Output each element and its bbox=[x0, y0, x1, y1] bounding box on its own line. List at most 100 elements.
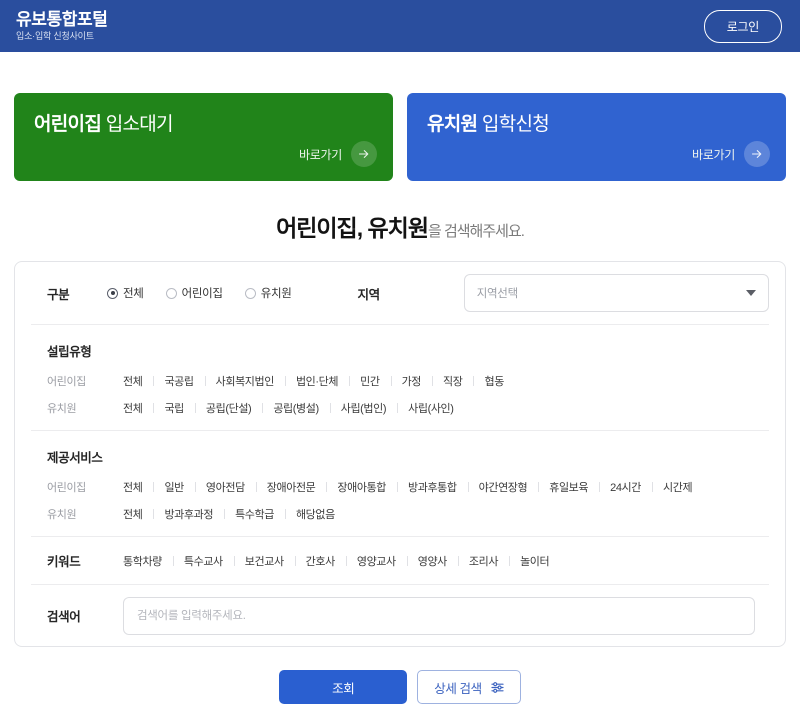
filter-option[interactable]: 휴일보육 bbox=[538, 479, 599, 495]
filter-option[interactable]: 놀이터 bbox=[509, 553, 560, 569]
services-row-daycare: 어린이집 전체 일반 영아전담 장애아전문 장애아통합 방과후통합 야간연장형 … bbox=[31, 479, 769, 495]
group-title: 설립유형 bbox=[47, 345, 92, 359]
brand[interactable]: 유보통합포털 입소·입학 신청사이트 bbox=[16, 10, 108, 41]
detail-search-label: 상세 검색 bbox=[434, 681, 482, 696]
card-footer: 바로가기 bbox=[299, 141, 377, 167]
filter-option[interactable]: 24시간 bbox=[599, 479, 652, 495]
option-list: 전체 방과후과정 특수학급 해당없음 bbox=[123, 506, 346, 522]
radio-option-daycare[interactable]: 어린이집 bbox=[165, 285, 223, 301]
filter-option[interactable]: 직장 bbox=[432, 373, 473, 389]
card-title-light: 입학신청 bbox=[477, 114, 550, 135]
group-establishment-type: 설립유형 어린이집 전체 국공립 사회복지법인 법인·단체 민간 가정 직장 협… bbox=[31, 324, 769, 430]
filter-option[interactable]: 일반 bbox=[153, 479, 194, 495]
radio-option-kindergarten[interactable]: 유치원 bbox=[244, 285, 292, 301]
radio-dot-icon bbox=[107, 287, 118, 299]
filter-option[interactable]: 사립(법인) bbox=[330, 400, 397, 416]
radio-label: 전체 bbox=[123, 288, 144, 300]
filter-option[interactable]: 시간제 bbox=[652, 479, 703, 495]
radio-label: 어린이집 bbox=[181, 288, 223, 300]
card-footer: 바로가기 bbox=[692, 141, 770, 167]
card-daycare-waitlist[interactable]: 어린이집 입소대기 바로가기 bbox=[14, 93, 393, 181]
row-label: 어린이집 bbox=[47, 482, 86, 494]
row-label: 유치원 bbox=[47, 509, 77, 521]
row-label: 유치원 bbox=[47, 403, 77, 415]
region-select[interactable]: 지역선택 bbox=[463, 274, 769, 312]
card-title-light: 입소대기 bbox=[101, 114, 174, 135]
radio-dot-icon bbox=[244, 287, 256, 299]
filter-option[interactable]: 사립(사인) bbox=[397, 400, 464, 416]
card-link-label: 바로가기 bbox=[692, 147, 735, 162]
filter-option[interactable]: 사회복지법인 bbox=[205, 373, 285, 389]
group-provided-services: 제공서비스 어린이집 전체 일반 영아전담 장애아전문 장애아통합 방과후통합 … bbox=[31, 430, 769, 536]
keyword-label: 키워드 bbox=[47, 555, 81, 569]
group-title: 제공서비스 bbox=[47, 451, 103, 465]
filter-option[interactable]: 영양사 bbox=[407, 553, 458, 569]
option-list: 전체 국립 공립(단설) 공립(병설) 사립(법인) 사립(사인) bbox=[123, 400, 465, 416]
brand-subtitle: 입소·입학 신청사이트 bbox=[16, 31, 94, 41]
radio-dot-icon bbox=[165, 287, 177, 299]
filter-option[interactable]: 협동 bbox=[473, 373, 514, 389]
page-title-strong: 어린이집, 유치원 bbox=[276, 215, 429, 241]
page-root: 유보통합포털 입소·입학 신청사이트 로그인 어린이집 입소대기 바로가기 유치… bbox=[0, 0, 800, 722]
site-header: 유보통합포털 입소·입학 신청사이트 로그인 bbox=[0, 0, 800, 52]
filter-option[interactable]: 공립(병설) bbox=[262, 400, 329, 416]
filter-option[interactable]: 해당없음 bbox=[285, 506, 346, 522]
filter-option[interactable]: 방과후과정 bbox=[153, 506, 224, 522]
card-link-label: 바로가기 bbox=[299, 147, 342, 162]
detail-search-button[interactable]: 상세 검색 bbox=[417, 670, 521, 704]
action-bar: 조회 상세 검색 bbox=[14, 647, 786, 722]
filter-option[interactable]: 민간 bbox=[349, 373, 390, 389]
filter-option[interactable]: 국공립 bbox=[153, 373, 204, 389]
filter-option[interactable]: 간호사 bbox=[295, 553, 346, 569]
filter-option[interactable]: 가정 bbox=[391, 373, 432, 389]
chevron-down-icon bbox=[746, 290, 756, 296]
filter-option[interactable]: 특수교사 bbox=[173, 553, 234, 569]
brand-title: 유보통합포털 bbox=[16, 10, 108, 29]
filter-option[interactable]: 전체 bbox=[123, 400, 153, 416]
region-label: 지역 bbox=[357, 287, 381, 302]
filter-option[interactable]: 전체 bbox=[123, 506, 153, 522]
card-title: 어린이집 입소대기 bbox=[34, 109, 377, 136]
filter-option[interactable]: 장애아통합 bbox=[326, 479, 397, 495]
category-radio-group: 전체 어린이집 유치원 bbox=[107, 285, 292, 301]
filter-option[interactable]: 특수학급 bbox=[224, 506, 285, 522]
row-keyword: 키워드 통학차량 특수교사 보건교사 간호사 영양교사 영양사 조리사 놀이터 bbox=[31, 536, 769, 584]
card-title-strong: 어린이집 bbox=[34, 114, 102, 135]
filter-option[interactable]: 영아전담 bbox=[195, 479, 256, 495]
radio-option-all[interactable]: 전체 bbox=[107, 285, 144, 301]
filter-option[interactable]: 야간연장형 bbox=[468, 479, 539, 495]
card-title: 유치원 입학신청 bbox=[427, 109, 770, 136]
search-button[interactable]: 조회 bbox=[279, 670, 408, 704]
arrow-right-icon[interactable] bbox=[744, 141, 770, 167]
row-category-region: 구분 전체 어린이집 유치원 지역 지역선택 bbox=[31, 262, 769, 324]
filter-icon bbox=[491, 681, 504, 694]
option-list: 전체 국공립 사회복지법인 법인·단체 민간 가정 직장 협동 bbox=[123, 373, 515, 389]
row-search-term: 검색어 bbox=[31, 584, 769, 646]
filter-option[interactable]: 법인·단체 bbox=[285, 373, 349, 389]
category-label: 구분 bbox=[47, 287, 70, 302]
page-title-weak: 을 검색해주세요. bbox=[427, 223, 525, 240]
search-term-label: 검색어 bbox=[47, 610, 81, 624]
option-list: 전체 일반 영아전담 장애아전문 장애아통합 방과후통합 야간연장형 휴일보육 … bbox=[123, 479, 703, 495]
filter-option[interactable]: 통학차량 bbox=[123, 553, 173, 569]
arrow-right-icon[interactable] bbox=[351, 141, 377, 167]
filter-option[interactable]: 공립(단설) bbox=[195, 400, 262, 416]
filter-option[interactable]: 국립 bbox=[153, 400, 194, 416]
services-row-kindergarten: 유치원 전체 방과후과정 특수학급 해당없음 bbox=[31, 506, 769, 522]
card-title-strong: 유치원 bbox=[427, 114, 478, 135]
page-title: 어린이집, 유치원을 검색해주세요. bbox=[14, 181, 786, 261]
filter-option[interactable]: 보건교사 bbox=[234, 553, 295, 569]
radio-label: 유치원 bbox=[260, 288, 292, 300]
login-button[interactable]: 로그인 bbox=[703, 9, 782, 43]
filter-option[interactable]: 조리사 bbox=[458, 553, 509, 569]
establishment-row-daycare: 어린이집 전체 국공립 사회복지법인 법인·단체 민간 가정 직장 협동 bbox=[31, 373, 769, 389]
filter-option[interactable]: 전체 bbox=[123, 479, 153, 495]
search-input[interactable] bbox=[123, 596, 755, 635]
filter-option[interactable]: 전체 bbox=[123, 373, 153, 389]
establishment-row-kindergarten: 유치원 전체 국립 공립(단설) 공립(병설) 사립(법인) 사립(사인) bbox=[31, 400, 769, 416]
filter-option[interactable]: 장애아전문 bbox=[256, 479, 327, 495]
card-kindergarten-application[interactable]: 유치원 입학신청 바로가기 bbox=[407, 93, 786, 181]
option-list: 통학차량 특수교사 보건교사 간호사 영양교사 영양사 조리사 놀이터 bbox=[123, 553, 560, 569]
filter-option[interactable]: 영양교사 bbox=[346, 553, 407, 569]
filter-option[interactable]: 방과후통합 bbox=[397, 479, 468, 495]
